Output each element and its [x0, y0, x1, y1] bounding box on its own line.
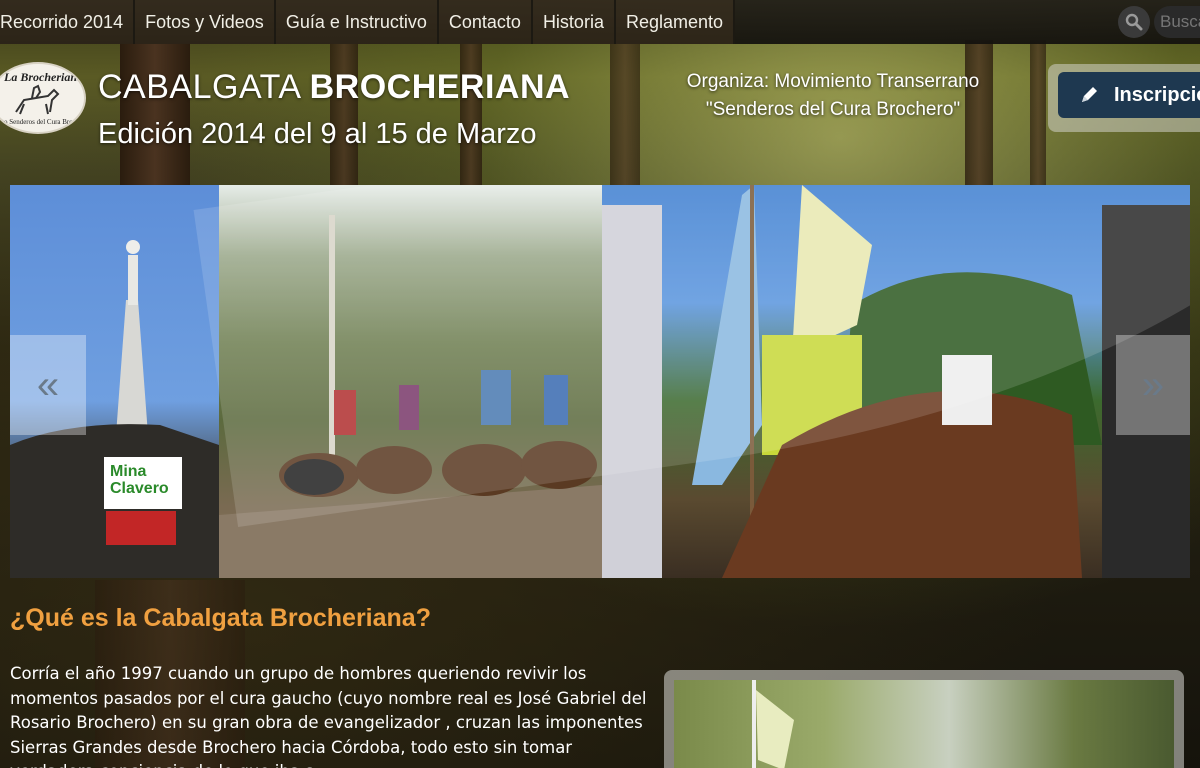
site-title-light: CABALGATA — [98, 68, 310, 106]
nav-item-contacto[interactable]: Contacto — [438, 0, 533, 44]
cabalgata-logo[interactable]: La Brocheriana" to Senderos del Cura Bro… — [0, 62, 86, 134]
tree-trunk — [120, 40, 190, 190]
nav-item-historia[interactable]: Historia — [532, 0, 616, 44]
pencil-icon — [1078, 84, 1100, 106]
nav-item-recorrido[interactable]: Recorrido 2014 — [0, 0, 136, 44]
logo-bottom-text: to Senderos del Cura Brochero — [2, 118, 86, 126]
intro-paragraph: Corría el año 1997 cuando un grupo de ho… — [10, 664, 647, 768]
tree-trunk — [1030, 40, 1046, 190]
inscription-button-inner[interactable]: Inscripción — [1058, 72, 1200, 118]
site-title-bold: BROCHERIANA — [309, 68, 571, 106]
site-title: CABALGATA BROCHERIANA — [98, 68, 570, 107]
tree-trunk — [460, 40, 482, 190]
tree-trunk — [610, 40, 640, 190]
search-icon[interactable] — [1118, 6, 1150, 38]
search-box — [1118, 6, 1200, 38]
inscription-button[interactable]: Inscripción — [1048, 64, 1200, 132]
slider-prev-button[interactable]: « — [10, 335, 86, 435]
featured-photo-frame — [664, 670, 1184, 768]
inscription-label: Inscripción — [1114, 83, 1200, 106]
section-title: ¿Qué es la Cabalgata Brocheriana? — [10, 604, 431, 632]
search-input[interactable] — [1154, 6, 1200, 38]
sign-line-2: Clavero — [110, 480, 169, 497]
sign-line-1: Mina — [110, 463, 147, 480]
logo-top-text: La Brocheriana" — [4, 70, 86, 84]
nav-item-reglamento[interactable]: Reglamento — [615, 0, 736, 44]
image-slider: Mina Clavero « » — [10, 185, 1190, 578]
organizer-line-2: "Senderos del Cura Brochero" — [705, 99, 961, 120]
nav-item-guia[interactable]: Guía e Instructivo — [275, 0, 439, 44]
organizer-text: Organiza: Movimiento Transerrano "Sender… — [668, 68, 998, 124]
horse-rider-icon — [15, 84, 60, 115]
nav-item-fotos-videos[interactable]: Fotos y Videos — [135, 0, 276, 44]
slide-sign-text: Mina Clavero — [110, 463, 169, 497]
slide-flags-photo — [602, 185, 1190, 578]
featured-photo[interactable] — [674, 680, 1174, 768]
edition-subtitle: Edición 2014 del 9 al 15 de Marzo — [98, 118, 537, 150]
tree-trunk — [330, 40, 358, 190]
organizer-line-1: Organiza: Movimiento Transerrano — [686, 71, 980, 92]
top-navigation: Recorrido 2014 Fotos y Videos Guía e Ins… — [0, 0, 1200, 44]
slide-riders-photo — [219, 185, 602, 578]
slider-next-button[interactable]: » — [1116, 335, 1190, 435]
